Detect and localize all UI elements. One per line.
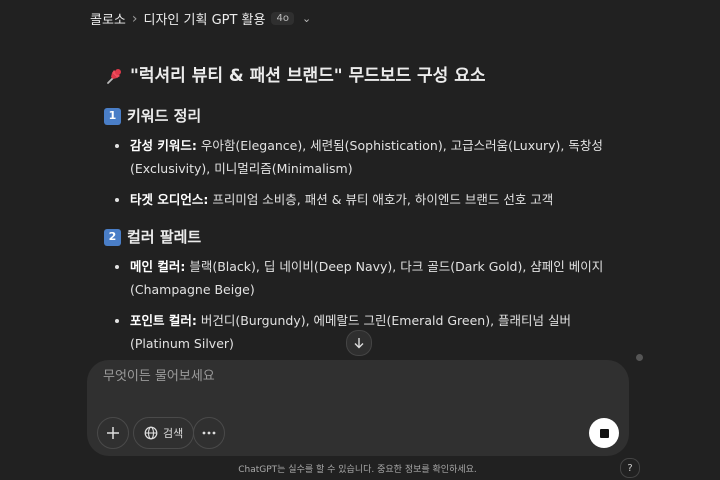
keycap-2-icon: 2 [104,228,121,246]
message-heading-text: "럭셔리 뷰티 & 패션 브랜드" 무드보드 구성 요소 [130,66,486,86]
item-label: 타겟 오디언스: [130,192,209,207]
disclaimer: ChatGPT는 실수를 할 수 있습니다. 중요한 정보를 확인하세요. [238,465,477,475]
composer: 검색 [87,360,629,456]
scroll-down-button[interactable] [346,330,372,356]
section-heading-1: 1 키워드 정리 [104,104,604,128]
item-label: 메인 컬러: [130,259,186,274]
breadcrumb-project[interactable]: 콜로소 [90,9,126,28]
plus-icon [107,427,119,439]
add-button[interactable] [97,417,129,449]
keycap-1-icon: 1 [104,107,121,125]
list-item: 타겟 오디언스: 프리미엄 소비층, 패션 & 뷰티 애호가, 하이엔드 브랜드… [130,188,604,211]
breadcrumb: 콜로소 › 디자인 기획 GPT 활용 4o ⌄ [90,9,311,29]
chevron-down-icon[interactable]: ⌄ [302,12,311,25]
stop-icon [599,428,609,438]
section-list-1: 감성 키워드: 우아함(Elegance), 세련됨(Sophisticatio… [104,134,604,211]
conversation-title[interactable]: 디자인 기획 GPT 활용 [144,9,266,28]
globe-icon [144,426,158,440]
list-item: 메인 컬러: 블랙(Black), 딥 네이비(Deep Navy), 다크 골… [130,255,604,301]
model-badge[interactable]: 4o [271,12,294,25]
search-button[interactable]: 검색 [133,417,195,449]
breadcrumb-separator: › [131,10,138,27]
item-text: 블랙(Black), 딥 네이비(Deep Navy), 다크 골드(Dark … [130,259,604,297]
item-label: 감성 키워드: [130,138,197,153]
item-text: 프리미엄 소비층, 패션 & 뷰티 애호가, 하이엔드 브랜드 선호 고객 [208,192,554,207]
search-label: 검색 [163,427,184,440]
more-icon [202,431,216,435]
message-input[interactable] [101,368,575,385]
item-label: 포인트 컬러: [130,313,197,328]
section-title-2: 컬러 팔레트 [127,228,202,246]
stop-button[interactable] [589,418,619,448]
pin-icon [107,69,121,84]
scroll-indicator [636,354,643,361]
assistant-message: "럭셔리 뷰티 & 패션 브랜드" 무드보드 구성 요소 1 키워드 정리 감성… [104,62,604,363]
section-title-1: 키워드 정리 [127,107,202,125]
message-heading: "럭셔리 뷰티 & 패션 브랜드" 무드보드 구성 요소 [104,62,604,90]
scroll-down-icon [354,338,364,349]
section-heading-2: 2 컬러 팔레트 [104,225,604,249]
item-text: 우아함(Elegance), 세련됨(Sophistication), 고급스러… [130,138,603,176]
top-bar: 콜로소 › 디자인 기획 GPT 활용 4o ⌄ [0,0,720,36]
more-options-button[interactable] [193,417,225,449]
list-item: 감성 키워드: 우아함(Elegance), 세련됨(Sophisticatio… [130,134,604,180]
help-icon[interactable]: ? [620,458,640,478]
